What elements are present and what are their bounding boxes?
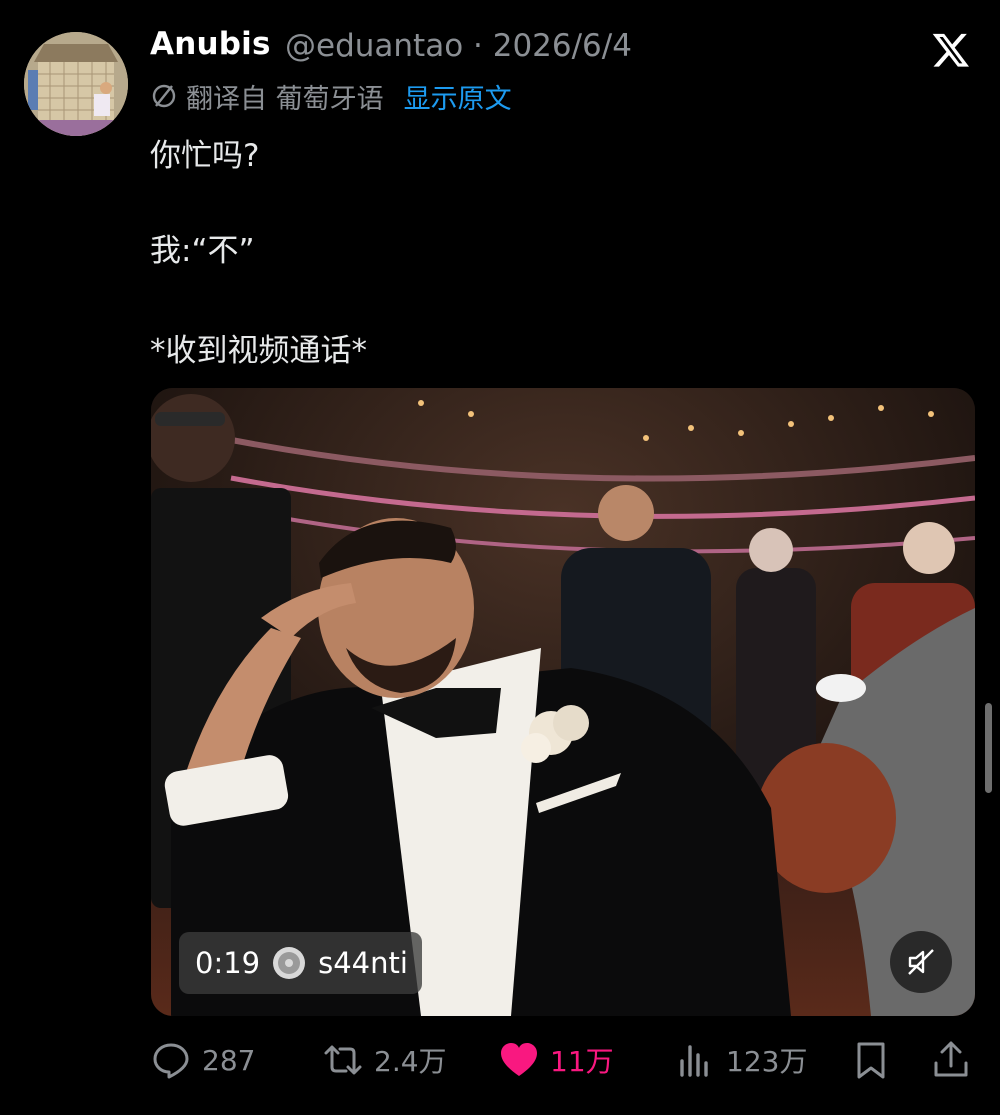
audio-handle[interactable]: s44nti <box>318 946 408 980</box>
repost-icon <box>324 1045 362 1075</box>
bookmark-icon <box>857 1042 885 1079</box>
repost-button[interactable]: 2.4万 <box>322 1034 447 1086</box>
avatar-image <box>24 32 128 136</box>
show-original-link[interactable]: 显示原文 <box>404 77 512 116</box>
video-duration: 0:19 <box>195 946 261 980</box>
translation-row: 翻译自 葡萄牙语 显示原文 <box>150 77 512 116</box>
author-handle-and-date[interactable]: @eduantao · 2026/6/4 <box>285 28 632 64</box>
views-count: 123万 <box>726 1045 808 1078</box>
views-chart-icon <box>680 1045 708 1077</box>
reply-count: 287 <box>202 1043 256 1077</box>
heart-filled-icon <box>501 1043 537 1076</box>
audio-disc-icon <box>273 947 306 979</box>
author-avatar[interactable] <box>24 32 128 136</box>
tweet-actions-bar: 287 2.4万 11万 123万 <box>150 1034 975 1086</box>
tweet-text-line: 我:“不” <box>150 233 255 269</box>
author-name[interactable]: Anubis <box>150 26 271 62</box>
translate-icon <box>152 84 176 108</box>
share-button[interactable] <box>930 1034 972 1086</box>
video-info-pill: 0:19 s44nti <box>179 932 422 994</box>
like-button[interactable]: 11万 <box>498 1034 614 1086</box>
video-player[interactable]: 0:19 s44nti <box>151 388 975 1016</box>
scrollbar-thumb[interactable] <box>985 703 992 793</box>
reply-button[interactable]: 287 <box>150 1034 255 1086</box>
share-icon <box>934 1041 968 1077</box>
like-count: 11万 <box>550 1045 614 1078</box>
tweet-text-line: 你忙吗? <box>150 138 260 174</box>
x-logo-icon <box>930 30 972 70</box>
bookmark-button[interactable] <box>850 1034 892 1086</box>
video-frame <box>151 388 975 1016</box>
tweet-text-line: *收到视频通话* <box>150 333 367 369</box>
views-button[interactable]: 123万 <box>674 1034 807 1086</box>
mute-button[interactable] <box>890 931 952 993</box>
translated-from-label: 翻译自 葡萄牙语 <box>186 83 384 115</box>
reply-icon <box>153 1043 189 1079</box>
speaker-muted-icon <box>908 949 934 975</box>
repost-count: 2.4万 <box>374 1045 447 1078</box>
